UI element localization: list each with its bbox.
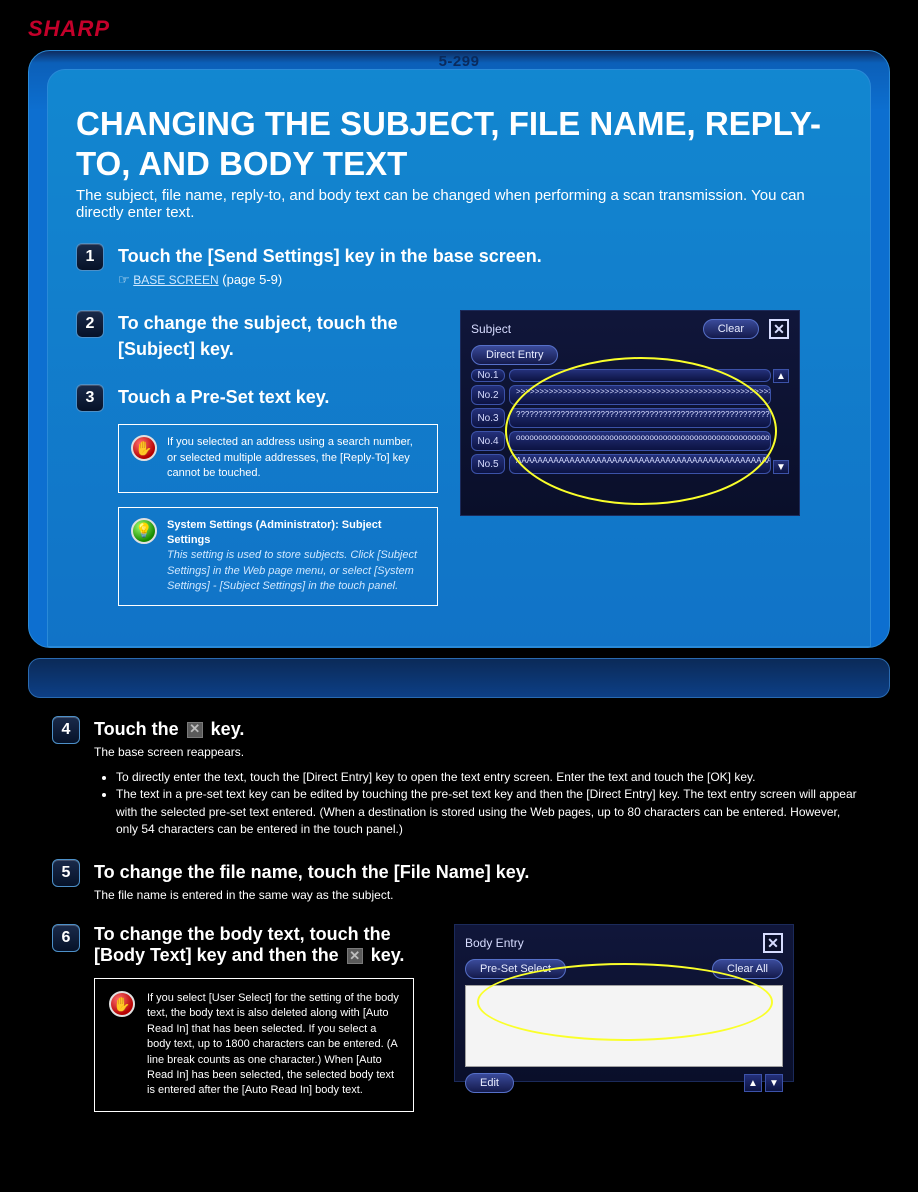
lower-section: 4 Touch the ✕ key. The base screen reapp… [28, 698, 890, 1152]
step-number-5: 5 [52, 859, 80, 887]
subject-list: No.1 No.2 >>>>>>>>>>>>>>>>>>>>>>>>>>>>>>… [471, 369, 789, 474]
step-2-head: To change the subject, touch the [Subjec… [118, 310, 438, 362]
step-number-3: 3 [76, 384, 104, 412]
step-3-tip-head: System Settings (Administrator): Subject… [167, 518, 425, 549]
step-4-head-suffix: key. [206, 719, 245, 739]
subject-screenshot: Subject Clear ✕ Direct Entry No.1 [460, 310, 800, 516]
subject-row-num: No.1 [471, 369, 505, 382]
step-3: 3 Touch a Pre-Set text key. [76, 384, 438, 412]
step-4: 4 Touch the ✕ key. The base screen reapp… [52, 716, 862, 839]
close-icon[interactable]: ✕ [769, 319, 789, 339]
stop-icon: ✋ [109, 991, 135, 1017]
subject-row-text [509, 369, 771, 382]
direct-entry-button[interactable]: Direct Entry [471, 345, 558, 365]
subject-row-num: No.5 [471, 454, 505, 474]
subject-row-num: No.4 [471, 431, 505, 451]
step-6-head: To change the body text, touch the [Body… [94, 924, 440, 966]
preset-select-button[interactable]: Pre-Set Select [465, 959, 566, 979]
step-6-head-suffix: key. [366, 945, 405, 965]
step-number-6: 6 [52, 924, 80, 952]
body-entry-screenshot: Body Entry ✕ Pre-Set Select Clear All Ed… [454, 924, 794, 1082]
step-5-sub: The file name is entered in the same way… [94, 887, 862, 904]
step-4-head: Touch the ✕ key. [94, 716, 862, 742]
outer-panel: 5-299 5 CHANGING THE SUBJECT, FILE NAME,… [28, 50, 890, 648]
subject-row-text: >>>>>>>>>>>>>>>>>>>>>>>>>>>>>>>>>>>>>>>>… [509, 385, 771, 405]
subject-row[interactable]: No.4 ooooooooooooooooooooooooooooooooooo… [471, 431, 771, 451]
close-icon[interactable]: ✕ [763, 933, 783, 953]
lightbulb-icon: 💡 [131, 518, 157, 544]
step-4-sub: The base screen reappears. [94, 744, 862, 761]
clear-all-button[interactable]: Clear All [712, 959, 783, 979]
subject-row[interactable]: No.5 AAAAAAAAAAAAAAAAAAAAAAAAAAAAAAAAAAA… [471, 454, 771, 474]
step-3-tip: 💡 System Settings (Administrator): Subje… [118, 507, 438, 606]
page-title: CHANGING THE SUBJECT, FILE NAME, REPLY-T… [76, 104, 842, 183]
stop-icon: ✋ [131, 435, 157, 461]
step-4-bullet-1: To directly enter the text, touch the [D… [116, 769, 862, 786]
step-1-pageref: (page 5-9) [222, 272, 282, 287]
step-6-warning-text: If you select [User Select] for the sett… [147, 991, 399, 1099]
close-icon: ✕ [187, 722, 203, 738]
subject-row-text: ????????????????????????????????????????… [509, 408, 771, 428]
subject-row[interactable]: No.3 ???????????????????????????????????… [471, 408, 771, 428]
step-1: 1 Touch the [Send Settings] key in the b… [76, 243, 842, 290]
section-divider [28, 658, 890, 698]
step-1-head: Touch the [Send Settings] key in the bas… [118, 243, 842, 269]
page-subtitle: The subject, file name, reply-to, and bo… [76, 187, 842, 221]
step-5-head: To change the file name, touch the [File… [94, 859, 862, 885]
step-5: 5 To change the file name, touch the [Fi… [52, 859, 862, 904]
subject-row-num: No.2 [471, 385, 505, 405]
step-2: 2 To change the subject, touch the [Subj… [76, 310, 438, 364]
step-4-head-prefix: Touch the [94, 719, 184, 739]
edit-button[interactable]: Edit [465, 1073, 514, 1093]
main-panel: 5 CHANGING THE SUBJECT, FILE NAME, REPLY… [47, 69, 871, 647]
step-number-2: 2 [76, 310, 104, 338]
step-4-bullet-2: The text in a pre-set text key can be ed… [116, 786, 862, 838]
clear-button[interactable]: Clear [703, 319, 759, 339]
body-entry-title: Body Entry [465, 936, 524, 950]
subject-row-text: AAAAAAAAAAAAAAAAAAAAAAAAAAAAAAAAAAAAAAAA… [509, 454, 771, 474]
scroll-up-icon[interactable]: ▲ [744, 1074, 762, 1092]
step-number-1: 1 [76, 243, 104, 271]
subject-row[interactable]: No.1 [471, 369, 771, 382]
scroll-down-icon[interactable]: ▼ [765, 1074, 783, 1092]
close-icon: ✕ [347, 948, 363, 964]
step-3-warning: ✋ If you selected an address using a sea… [118, 424, 438, 492]
scroll-down-icon[interactable]: ▼ [773, 460, 789, 474]
subject-row[interactable]: No.2 >>>>>>>>>>>>>>>>>>>>>>>>>>>>>>>>>>>… [471, 385, 771, 405]
subject-title: Subject [471, 322, 511, 336]
step-3-warning-text: If you selected an address using a searc… [167, 435, 425, 481]
subject-row-text: oooooooooooooooooooooooooooooooooooooooo… [509, 431, 771, 451]
step-3-head: Touch a Pre-Set text key. [118, 384, 438, 410]
step-number-4: 4 [52, 716, 80, 744]
step-1-link[interactable]: BASE SCREEN [133, 273, 218, 287]
step-6-row: 6 To change the body text, touch the [Bo… [52, 924, 862, 1112]
scroll-up-icon[interactable]: ▲ [773, 369, 789, 383]
step-6-warning: ✋ If you select [User Select] for the se… [94, 978, 414, 1112]
subject-row-num: No.3 [471, 408, 505, 428]
header-page-number: 5-299 [439, 53, 480, 70]
scroll-bar[interactable]: ▲ ▼ [773, 369, 789, 474]
body-text-area[interactable] [465, 985, 783, 1067]
brand-logo: SHARP [28, 16, 918, 42]
step-3-tip-body: This setting is used to store subjects. … [167, 548, 425, 594]
